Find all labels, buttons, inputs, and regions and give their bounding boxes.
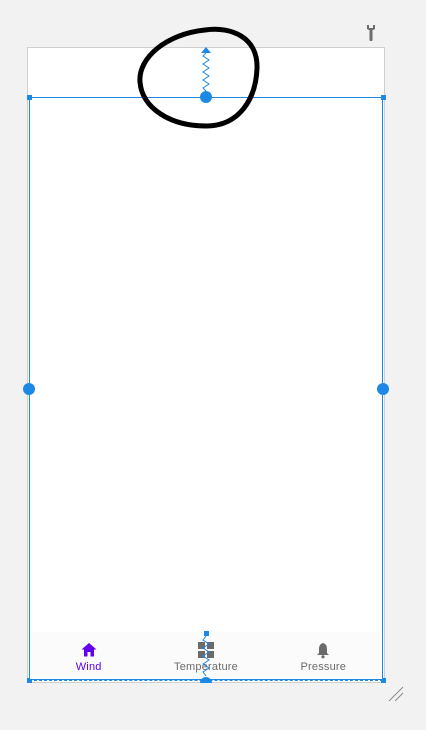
- bell-icon: [317, 643, 330, 659]
- resize-handle-top-right[interactable]: [381, 95, 386, 100]
- constraint-anchor-right[interactable]: [377, 383, 389, 395]
- constraint-anchor-top[interactable]: [200, 91, 212, 103]
- nav-item-wind[interactable]: Wind: [30, 632, 147, 673]
- home-icon: [81, 643, 97, 657]
- resize-grip-icon[interactable]: [387, 685, 405, 703]
- nav-label-temperature: Temperature: [174, 661, 238, 673]
- selection-bottom-edge: [29, 680, 383, 682]
- nav-label-wind: Wind: [75, 661, 102, 673]
- nav-item-pressure[interactable]: Pressure: [265, 632, 382, 673]
- constraint-anchor-left[interactable]: [23, 383, 35, 395]
- bottom-navigation: Wind Temperature Pressure: [30, 632, 382, 679]
- nav-label-pressure: Pressure: [300, 661, 347, 673]
- wrench-icon[interactable]: [364, 24, 378, 42]
- nav-item-temperature[interactable]: Temperature: [147, 632, 264, 673]
- layout-editor-canvas: Wind Temperature Pressure: [0, 0, 426, 730]
- selected-container-outline[interactable]: [29, 97, 383, 680]
- resize-handle-top-left[interactable]: [27, 95, 32, 100]
- grid-icon: [197, 642, 214, 658]
